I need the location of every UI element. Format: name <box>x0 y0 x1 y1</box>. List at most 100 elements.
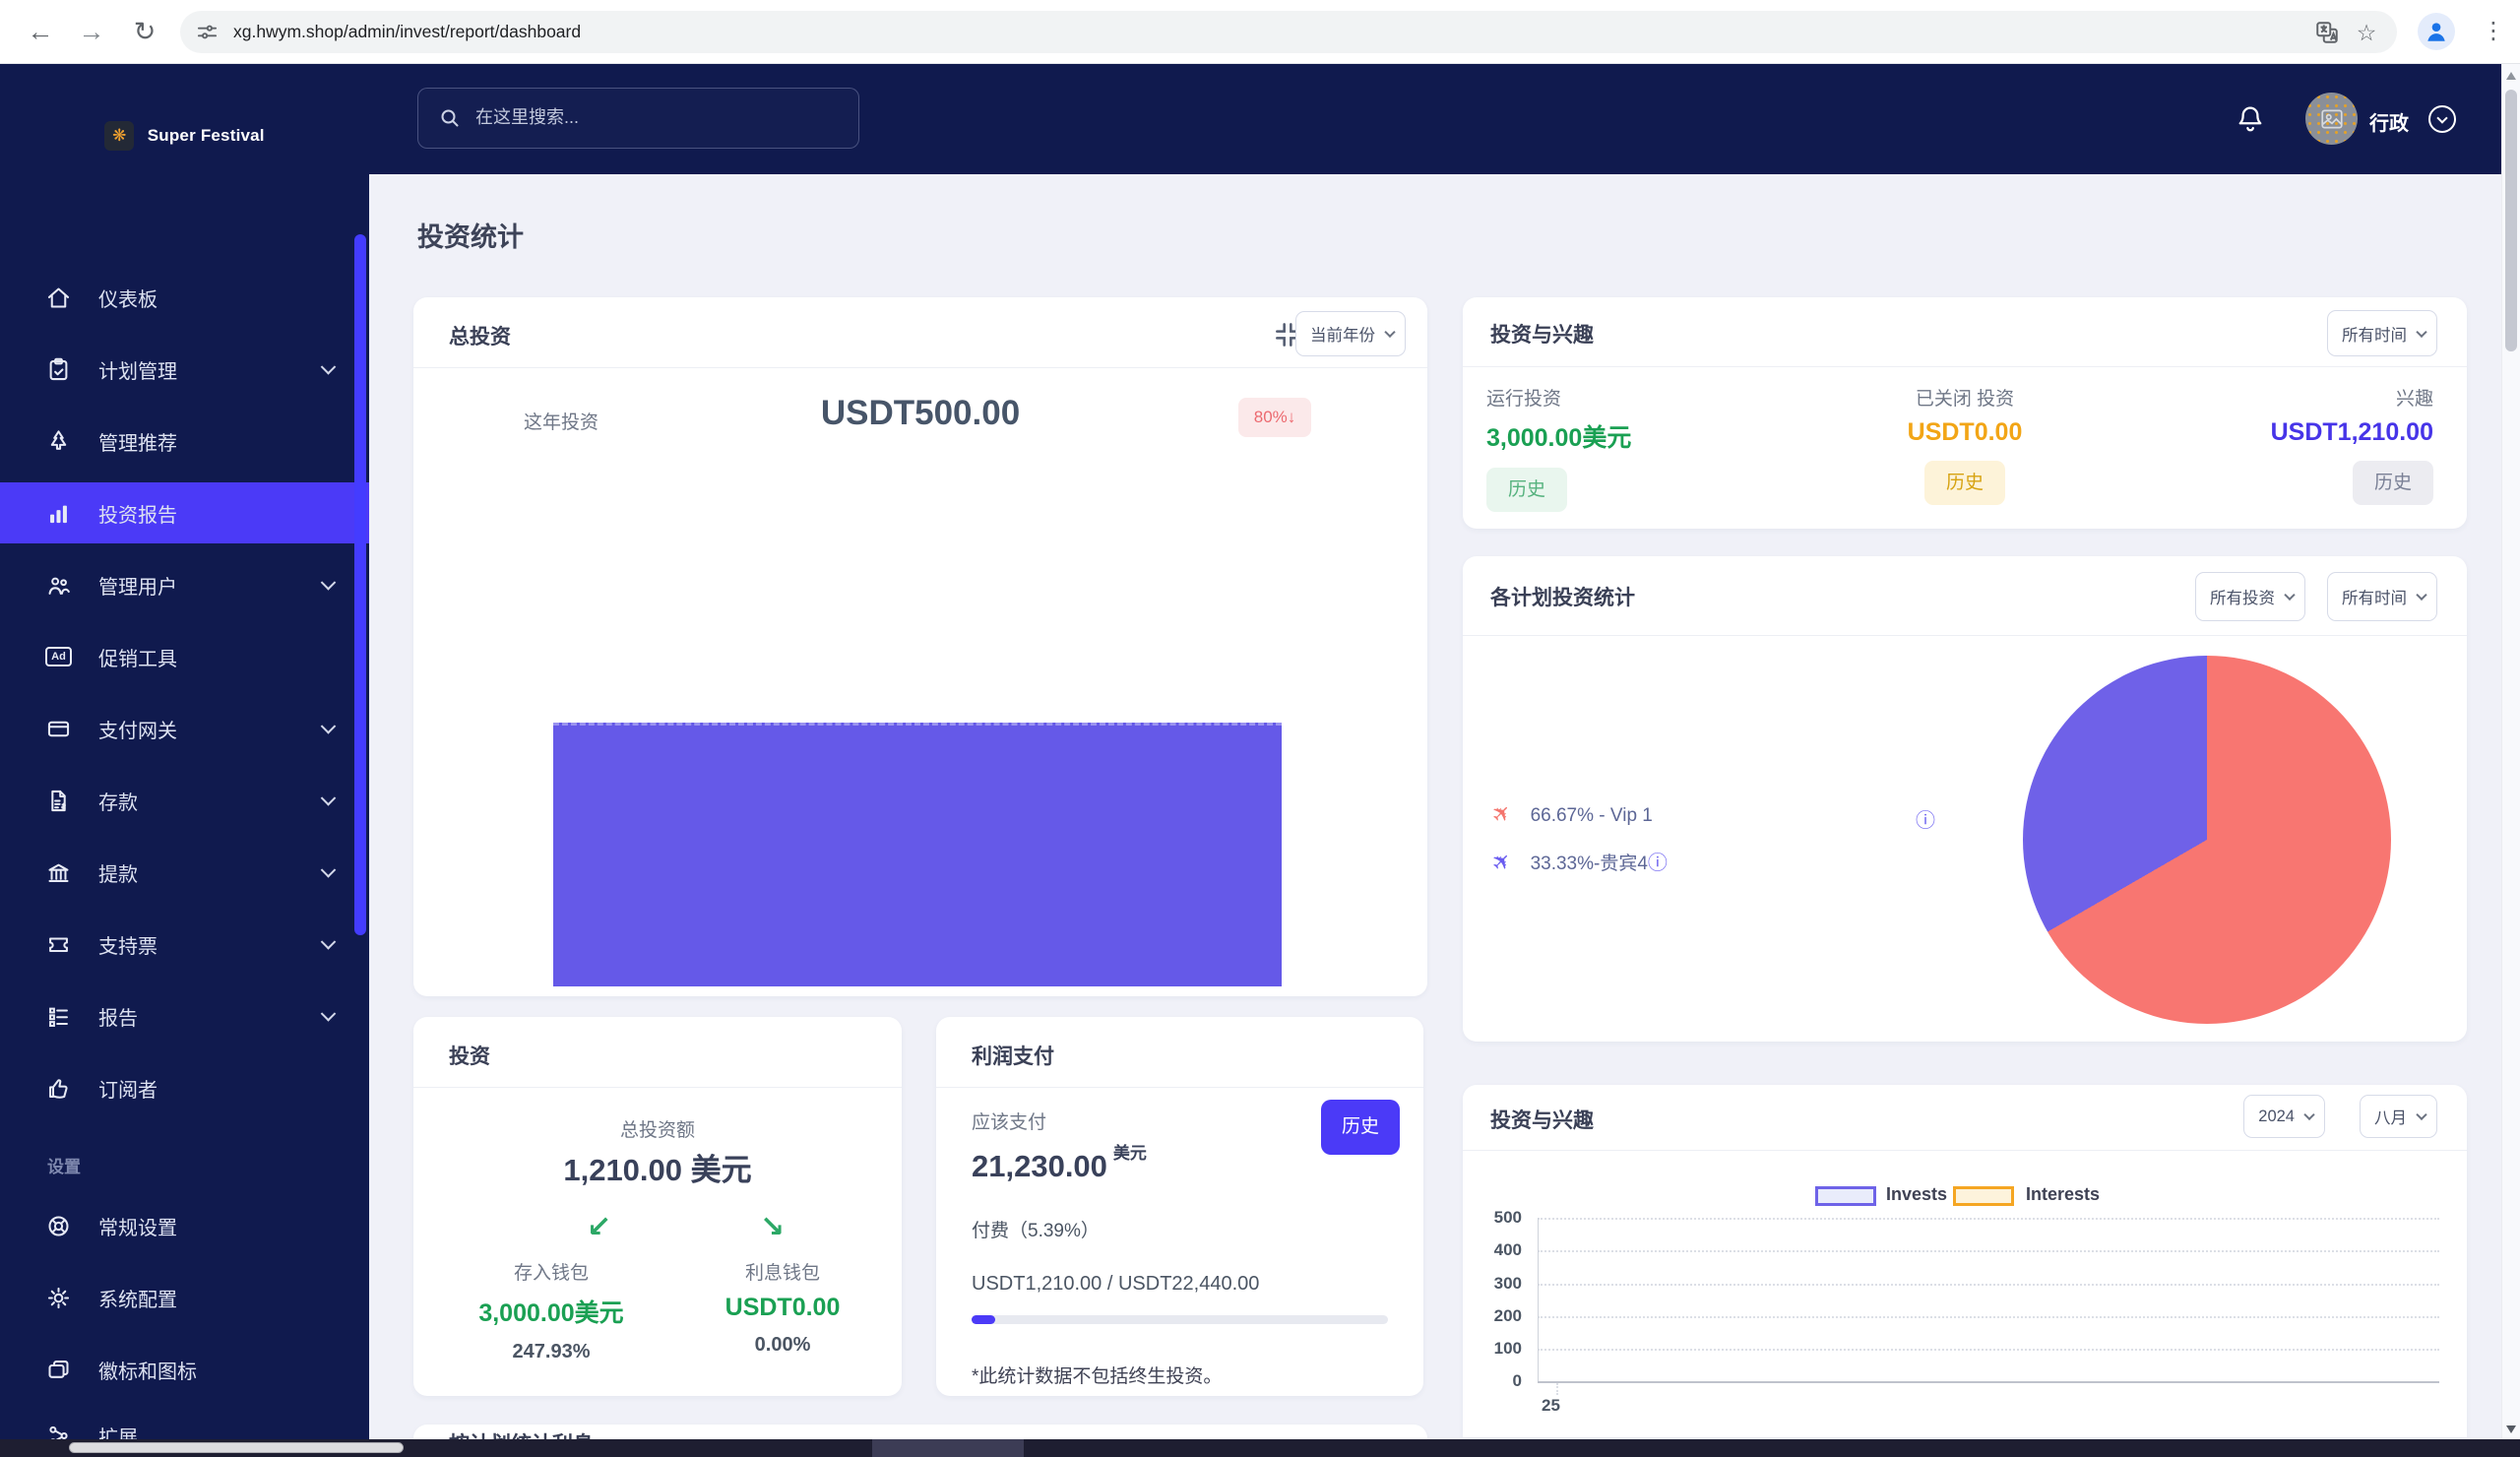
history-button[interactable]: 历史 <box>1321 1100 1400 1155</box>
sidebar-item-label: 管理推荐 <box>98 432 177 455</box>
logo[interactable]: ❋ Super Festival <box>0 121 369 151</box>
down-arrow-icon: ↘ <box>760 1211 786 1243</box>
divider <box>413 367 1427 368</box>
forward-icon[interactable]: → <box>73 13 110 50</box>
sidebar-item-payment-gateway[interactable]: 支付网关 <box>0 698 369 759</box>
vertical-scrollbar-thumb[interactable] <box>2505 90 2517 351</box>
invests-legend-label[interactable]: Invests <box>1886 1184 1947 1205</box>
sidebar-item-manage-users[interactable]: 管理用户 <box>0 554 369 615</box>
scroll-down-arrow-icon[interactable] <box>2506 1425 2516 1433</box>
history-badge[interactable]: 历史 <box>1486 468 1568 512</box>
refresh-icon[interactable]: ↻ <box>126 13 163 50</box>
user-avatar[interactable] <box>2305 93 2358 145</box>
divider <box>936 1087 1423 1088</box>
notification-bell-icon[interactable] <box>2235 103 2266 135</box>
info-icon[interactable]: ⓘ <box>1648 853 1668 874</box>
sidebar-item-label: 系统配置 <box>98 1289 177 1311</box>
history-badge[interactable]: 历史 <box>2352 461 2433 505</box>
sidebar-item-label: 支持票 <box>98 935 158 958</box>
sidebar-item-label: 徽标和图标 <box>98 1361 197 1383</box>
sidebar-item-dashboard[interactable]: 仪表板 <box>0 267 369 328</box>
progress-fill <box>972 1315 995 1324</box>
card-invest: 投资 总投资额 1,210.00 美元 ↙ ↘ 存入钱包 3,000.00美元 … <box>413 1017 902 1396</box>
sidebar-item-reports[interactable]: 报告 <box>0 985 369 1046</box>
topbar: 行政 <box>369 64 2501 174</box>
username[interactable]: 行政 <box>2369 107 2409 136</box>
sidebar: ❋ Super Festival 仪表板 计划管理 管理推荐 投资报告 管理用户… <box>0 64 369 1457</box>
image-placeholder-icon <box>2321 109 2343 129</box>
url-text[interactable]: xg.hwym.shop/admin/invest/report/dashboa… <box>233 11 581 53</box>
wallet-percent: 247.93% <box>512 1341 591 1362</box>
back-icon[interactable]: ← <box>22 13 59 50</box>
bar-chart-icon <box>50 505 67 523</box>
y-tick: 0 <box>1512 1371 1522 1390</box>
y-tick: 300 <box>1493 1274 1522 1293</box>
month-select[interactable]: 八月 <box>2360 1095 2437 1138</box>
paid-ratio: USDT1,210.00 / USDT22,440.00 <box>972 1273 1260 1295</box>
period-select[interactable]: 当前年份 <box>1295 311 1406 356</box>
change-badge: 80%↓ <box>1238 398 1311 437</box>
divider <box>1463 635 2467 636</box>
credit-card-icon <box>47 721 70 736</box>
stat-label: 兴趣 <box>2395 389 2433 410</box>
sidebar-item-general-settings[interactable]: 常规设置 <box>0 1195 369 1256</box>
interests-legend-swatch[interactable] <box>1953 1186 2014 1206</box>
card-title: 投资与兴趣 <box>1490 1109 1594 1132</box>
site-settings-icon[interactable] <box>196 21 219 43</box>
sidebar-item-subscribers[interactable]: 订阅者 <box>0 1057 369 1118</box>
card-title: 投资与兴趣 <box>1490 324 1594 347</box>
layers-icon <box>48 1360 69 1378</box>
sidebar-item-withdrawals[interactable]: 提款 <box>0 842 369 903</box>
chevron-down-icon <box>320 575 337 591</box>
card-total-invest: 总投资 当前年份 这年投资 USDT500.00 80%↓ <box>413 297 1427 996</box>
sidebar-item-label: 促销工具 <box>98 648 177 670</box>
browser-profile-avatar[interactable] <box>2418 13 2455 50</box>
sidebar-item-promo-tools[interactable]: Ad 促销工具 <box>0 626 369 687</box>
sidebar-item-system-config[interactable]: 系统配置 <box>0 1267 369 1328</box>
sidebar-item-deposits[interactable]: 存款 <box>0 770 369 831</box>
search-box[interactable] <box>417 88 859 149</box>
ad-icon: Ad <box>45 644 72 670</box>
gear-icon <box>47 1287 70 1308</box>
due-amount: 21,230.00 <box>972 1149 1107 1183</box>
vertical-scrollbar[interactable] <box>2501 64 2520 1439</box>
info-icon[interactable]: ⓘ <box>1916 804 1935 833</box>
sidebar-item-plan-management[interactable]: 计划管理 <box>0 339 369 400</box>
search-input[interactable] <box>475 89 840 146</box>
lifebuoy-icon <box>48 1215 69 1236</box>
horizontal-scrollbar-thumb[interactable] <box>69 1442 404 1453</box>
browser-url-bar[interactable]: xg.hwym.shop/admin/invest/report/dashboa… <box>180 11 2397 53</box>
sidebar-item-referrals[interactable]: 管理推荐 <box>0 411 369 472</box>
time-filter-select[interactable]: 所有时间 <box>2327 572 2437 621</box>
sidebar-item-logo-icons[interactable]: 徽标和图标 <box>0 1339 369 1400</box>
horizontal-scrollbar-segment <box>872 1439 1024 1457</box>
sidebar-item-invest-report[interactable]: 投资报告 <box>0 482 369 543</box>
plane-icon: ✈ <box>1485 846 1518 878</box>
year-select[interactable]: 2024 <box>2243 1095 2325 1138</box>
card-title: 各计划投资统计 <box>1490 587 1635 609</box>
interests-legend-label[interactable]: Interests <box>2026 1184 2100 1205</box>
card-monthly-chart: 投资与兴趣 2024 八月 Invests Interests 500 400 … <box>1463 1085 2467 1437</box>
y-tick: 400 <box>1493 1240 1522 1259</box>
history-badge[interactable]: 历史 <box>1923 461 2005 505</box>
sidebar-item-label: 支付网关 <box>98 720 177 742</box>
x-axis-line <box>1538 1381 2439 1383</box>
wallet-value: USDT0.00 <box>724 1294 841 1321</box>
chevron-down-icon <box>320 862 337 878</box>
card-title: 利润支付 <box>972 1045 1054 1068</box>
invest-filter-select[interactable]: 所有投资 <box>2195 572 2305 621</box>
total-invest-label: 总投资额 <box>619 1120 695 1141</box>
progress-bar <box>972 1315 1388 1324</box>
horizontal-scrollbar[interactable] <box>0 1439 2520 1457</box>
sidebar-item-support-tickets[interactable]: 支持票 <box>0 914 369 975</box>
browser-menu-icon[interactable]: ⋮ <box>2479 13 2508 50</box>
sidebar-scrollbar-thumb[interactable] <box>354 234 366 935</box>
time-filter-select[interactable]: 所有时间 <box>2327 310 2437 356</box>
wallet-value: 3,000.00美元 <box>478 1299 624 1327</box>
translate-icon[interactable] <box>2314 20 2340 45</box>
invests-legend-swatch[interactable] <box>1815 1186 1876 1206</box>
card-title: 按计划统计利息 <box>449 1428 594 1439</box>
scroll-up-arrow-icon[interactable] <box>2506 72 2516 80</box>
bookmark-star-icon[interactable]: ☆ <box>2354 20 2379 45</box>
user-menu-chevron-icon[interactable] <box>2428 105 2456 133</box>
